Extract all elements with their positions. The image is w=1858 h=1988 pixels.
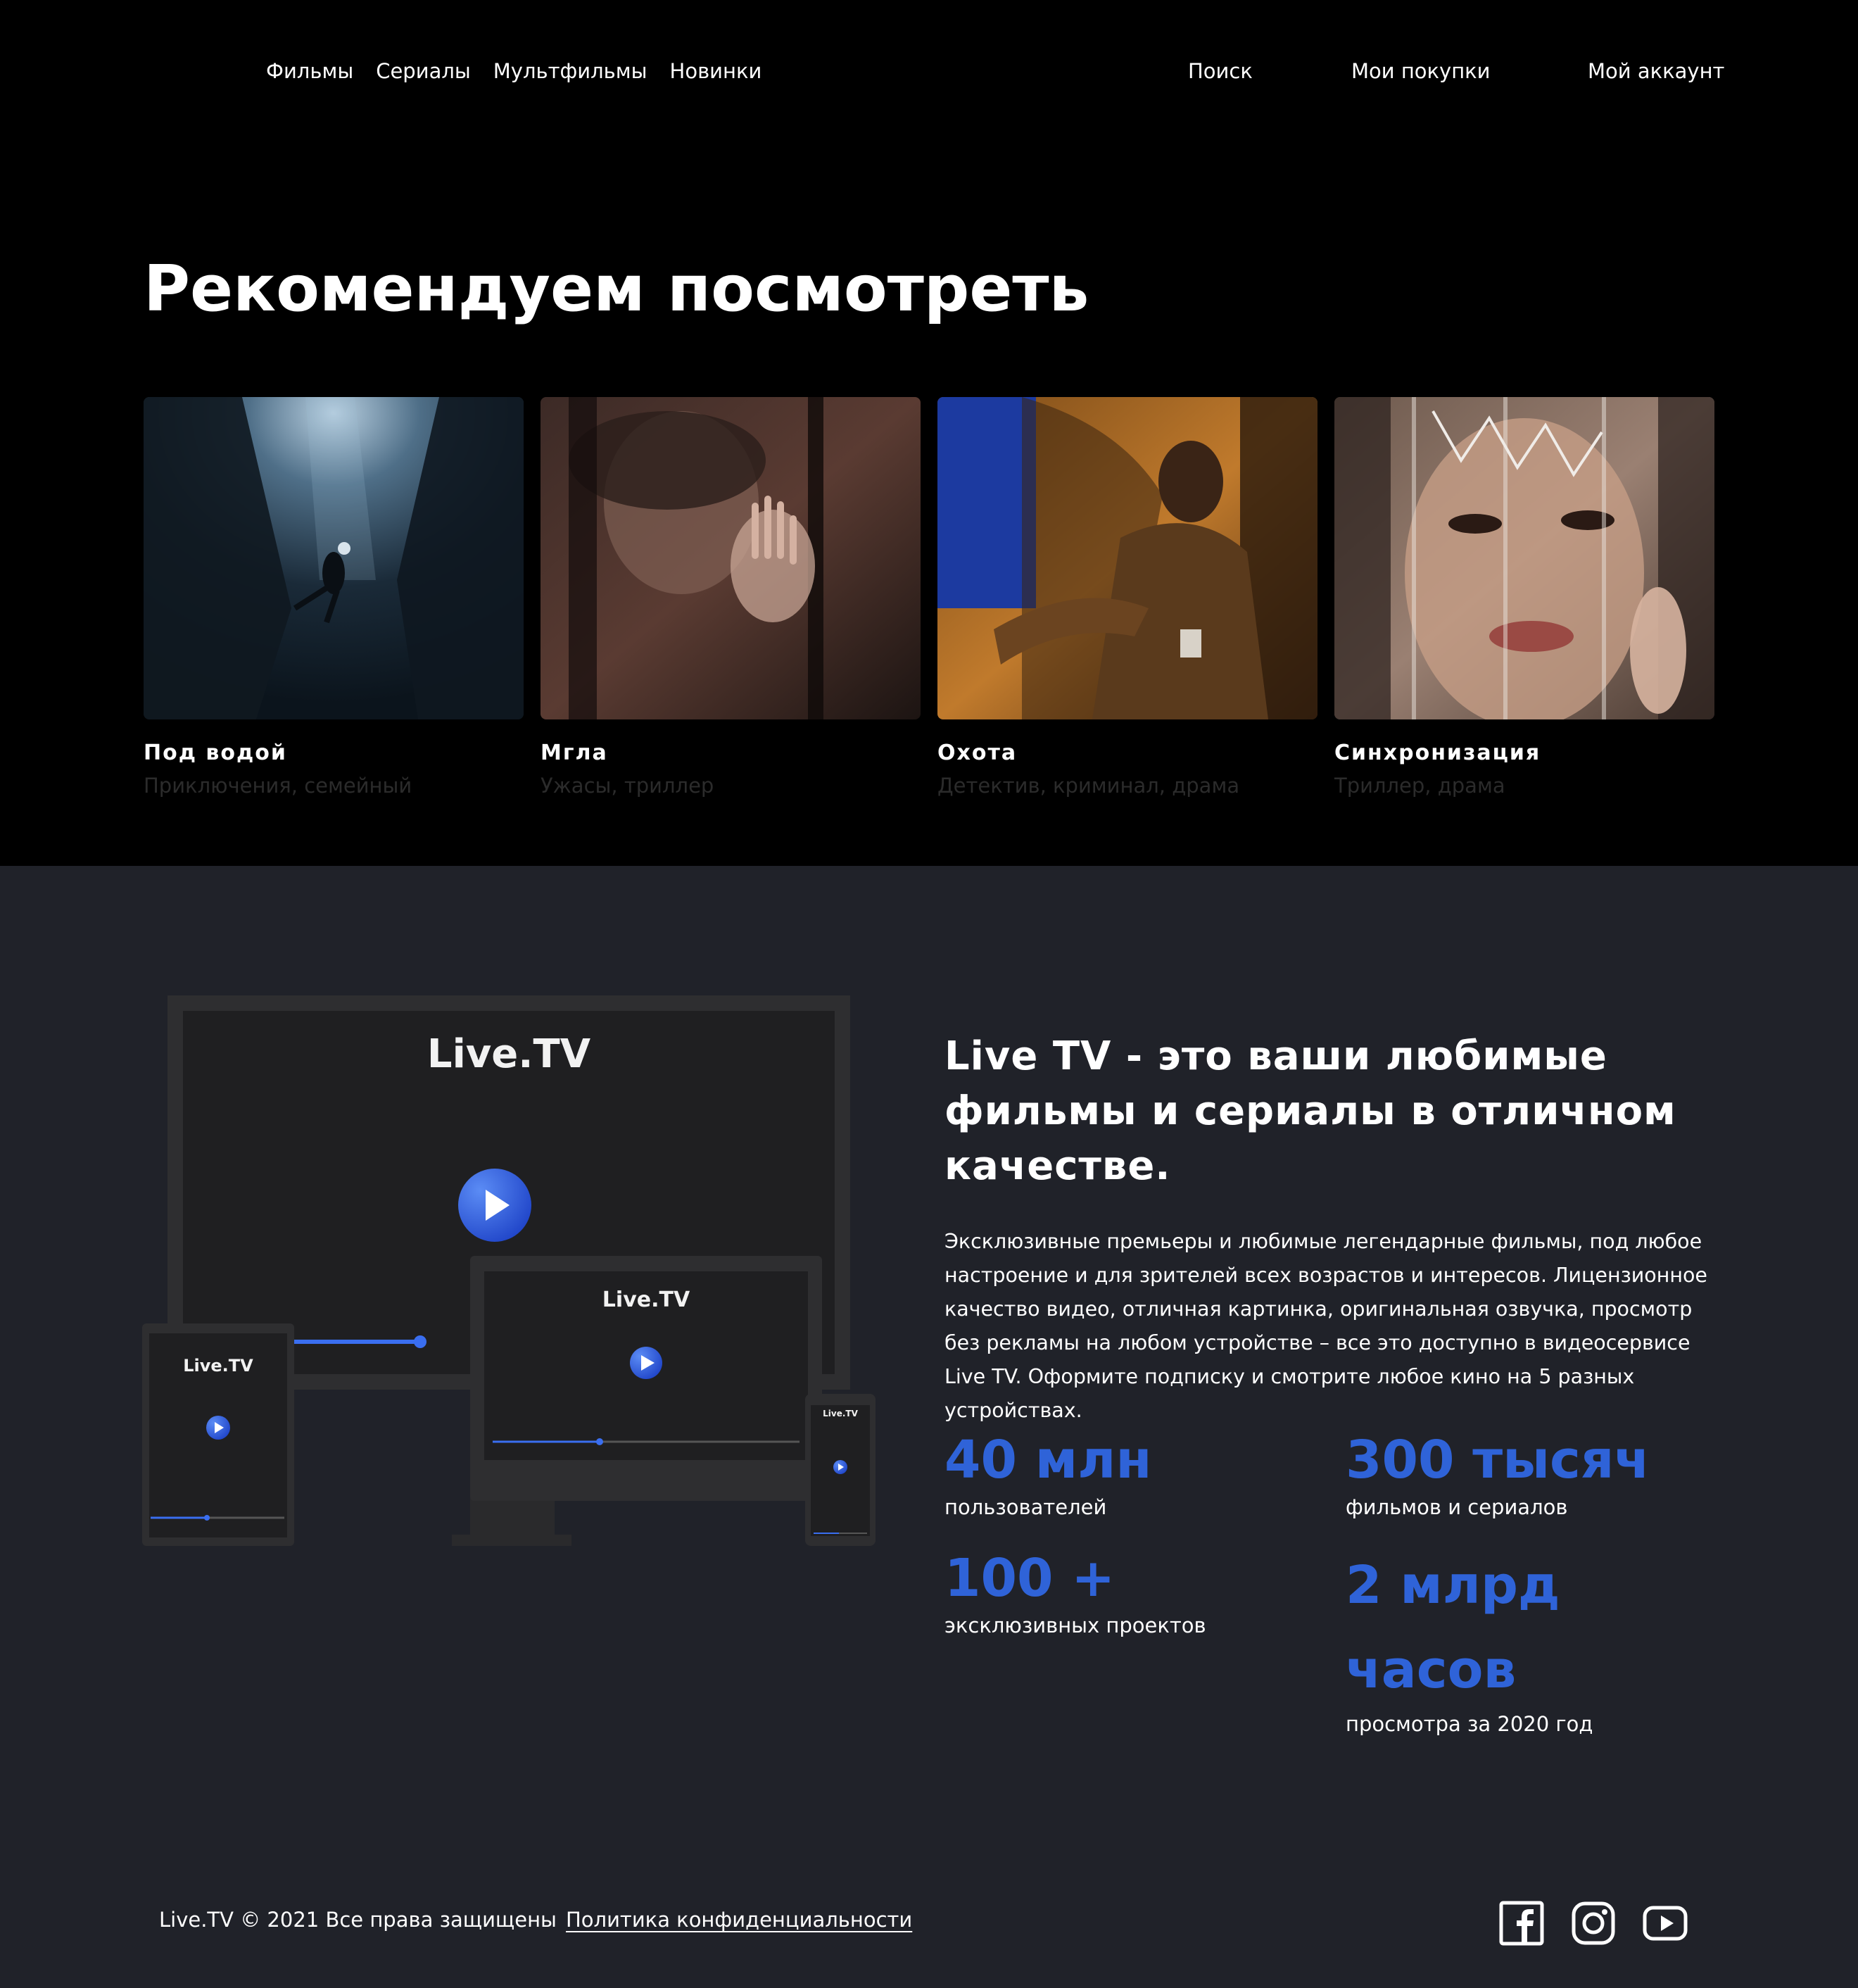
movie-title: Синхронизация [1334, 741, 1541, 765]
stat-users: 40 млн пользователей [944, 1425, 1152, 1519]
nav-search[interactable]: Поиск [1188, 59, 1253, 83]
nav-cartoons[interactable]: Мультфильмы [493, 59, 647, 83]
tablet-logo: Live.TV [183, 1356, 253, 1376]
monitor-logo: Live.TV [602, 1288, 690, 1312]
stat-projects: 100 + эксклюзивных проектов [944, 1543, 1206, 1637]
recommend-title: Рекомендуем посмотреть [144, 252, 1089, 326]
youtube-icon[interactable] [1643, 1901, 1688, 1946]
movie-poster-hunt[interactable] [937, 397, 1317, 719]
facebook-icon[interactable] [1499, 1901, 1544, 1946]
tablet-device: Live.TV [142, 1323, 294, 1546]
nav-account[interactable]: Мой аккаунт [1588, 59, 1724, 83]
about-title: Live TV - это ваши любимые фильмы и сери… [944, 1033, 1676, 1189]
hero-section: Фильмы Сериалы Мультфильмы Новинки Поиск… [0, 0, 1858, 866]
stat-value: 2 млрд часов [1346, 1555, 1560, 1700]
stat-label: просмотра за 2020 год [1346, 1712, 1593, 1736]
stat-hours: 2 млрд часов просмотра за 2020 год [1346, 1543, 1655, 1736]
movie-card[interactable]: Под водой Приключения, семейный [144, 397, 524, 798]
monitor-device: Live.TV [452, 1256, 822, 1546]
footer-copyright: Live.TV © 2021 Все права защищены [159, 1908, 557, 1932]
movie-title: Под водой [144, 741, 287, 765]
movie-poster-sync[interactable] [1334, 397, 1714, 719]
nav-series[interactable]: Сериалы [376, 59, 471, 83]
privacy-policy-link[interactable]: Политика конфиденциальности [566, 1908, 912, 1932]
movie-poster-underwater[interactable] [144, 397, 524, 719]
movie-genre: Триллер, драма [1334, 774, 1505, 798]
stat-films: 300 тысяч фильмов и сериалов [1346, 1425, 1650, 1519]
movie-title: Мгла [541, 741, 608, 765]
stat-label: фильмов и сериалов [1346, 1495, 1568, 1519]
nav-purchases[interactable]: Мои покупки [1351, 59, 1491, 83]
movie-genre: Ужасы, триллер [541, 774, 714, 798]
nav-new[interactable]: Новинки [670, 59, 762, 83]
phone-device: Live.TV [805, 1394, 876, 1546]
movie-genre: Приключения, семейный [144, 774, 412, 798]
nav-films[interactable]: Фильмы [266, 59, 353, 83]
movie-title: Охота [937, 741, 1018, 765]
movie-card[interactable]: Мгла Ужасы, триллер [541, 397, 921, 798]
devices-illustration: Live.TV Live.TV Live.TV Live.TV [142, 995, 877, 1549]
recommend-cards: Под водой Приключения, семейный Мгла Ужа… [144, 397, 1714, 798]
stat-value: 40 млн [944, 1430, 1152, 1490]
main-nav: Фильмы Сериалы Мультфильмы Новинки [266, 59, 761, 83]
phone-logo: Live.TV [823, 1409, 858, 1418]
movie-card[interactable]: Охота Детектив, криминал, драма [937, 397, 1317, 798]
movie-card[interactable]: Синхронизация Триллер, драма [1334, 397, 1714, 798]
instagram-icon[interactable] [1571, 1901, 1616, 1946]
stat-label: эксклюзивных проектов [944, 1613, 1206, 1637]
about-description: Эксклюзивные премьеры и любимые легендар… [944, 1230, 1707, 1422]
movie-poster-mist[interactable] [541, 397, 921, 719]
stat-value: 300 тысяч [1346, 1430, 1650, 1490]
stat-label: пользователей [944, 1495, 1107, 1519]
movie-genre: Детектив, криминал, драма [937, 774, 1240, 798]
tv-logo: Live.TV [427, 1031, 591, 1077]
stat-value: 100 + [944, 1548, 1116, 1609]
